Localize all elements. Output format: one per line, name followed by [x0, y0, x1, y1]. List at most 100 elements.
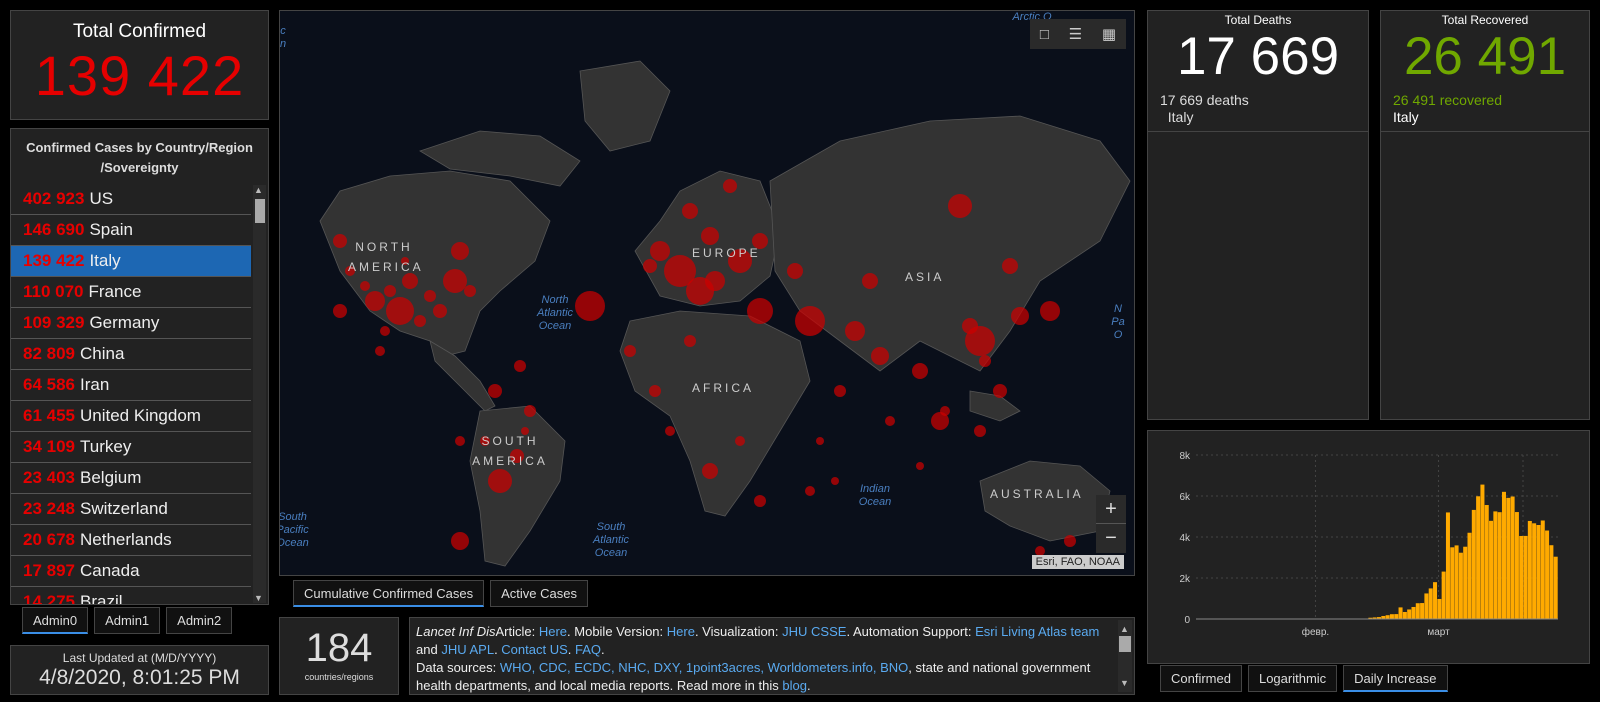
chart-bar[interactable] [1467, 532, 1472, 619]
chart-bar[interactable] [1394, 614, 1399, 619]
case-bubble[interactable] [948, 194, 972, 218]
country-list-scrollbar[interactable]: ▲ ▼ [253, 185, 266, 603]
case-bubble[interactable] [1011, 307, 1029, 325]
chart-bar[interactable] [1411, 606, 1416, 619]
case-bubble[interactable] [380, 326, 390, 336]
chart-bar[interactable] [1536, 525, 1541, 619]
chart-bar[interactable] [1519, 535, 1524, 619]
scrollbar-thumb[interactable] [1119, 636, 1131, 652]
tab-admin2[interactable]: Admin2 [166, 607, 233, 634]
case-bubble[interactable] [451, 242, 469, 260]
world-map[interactable]: NORTH AMERICA EUROPE ASIA AFRICA SOUTH A… [279, 10, 1135, 576]
case-bubble[interactable] [912, 363, 928, 379]
link-jhu-csse[interactable]: JHU CSSE [782, 624, 846, 639]
chart-bar[interactable] [1420, 603, 1425, 619]
chart-bar[interactable] [1424, 593, 1429, 619]
case-bubble[interactable] [488, 469, 512, 493]
chart-bar[interactable] [1450, 547, 1455, 619]
tab-active-cases[interactable]: Active Cases [490, 580, 588, 607]
chart-bar[interactable] [1480, 484, 1485, 619]
link-mobile-here[interactable]: Here [667, 624, 695, 639]
case-bubble[interactable] [375, 346, 385, 356]
case-bubble[interactable] [414, 315, 426, 327]
case-bubble[interactable] [684, 335, 696, 347]
case-bubble[interactable] [464, 285, 476, 297]
case-bubble[interactable] [624, 345, 636, 357]
tab-cumulative-confirmed[interactable]: Cumulative Confirmed Cases [293, 580, 485, 607]
chart-bar[interactable] [1441, 571, 1446, 619]
case-bubble[interactable] [514, 360, 526, 372]
chart-bar[interactable] [1501, 491, 1506, 619]
chart-bar[interactable] [1463, 546, 1468, 619]
case-bubble[interactable] [1040, 301, 1060, 321]
chart-bar[interactable] [1484, 505, 1489, 619]
chart-bar[interactable] [1445, 512, 1450, 619]
case-bubble[interactable] [747, 298, 773, 324]
case-bubble[interactable] [705, 271, 725, 291]
case-bubble[interactable] [834, 385, 846, 397]
link-data-sources[interactable]: WHO, CDC, ECDC, NHC, DXY, 1point3acres, … [500, 660, 908, 675]
case-bubble[interactable] [862, 273, 878, 289]
link-article-here[interactable]: Here [539, 624, 567, 639]
chart-bar[interactable] [1433, 582, 1438, 619]
bookmark-icon[interactable]: □ [1040, 26, 1049, 43]
case-bubble[interactable] [805, 486, 815, 496]
tab-admin1[interactable]: Admin1 [94, 607, 161, 634]
chart-bar[interactable] [1514, 512, 1519, 619]
zoom-in-button[interactable]: + [1096, 495, 1126, 524]
case-bubble[interactable] [702, 463, 718, 479]
chart-bar[interactable] [1454, 545, 1459, 619]
chart-bar[interactable] [1553, 556, 1558, 619]
chart-bar[interactable] [1545, 530, 1550, 619]
case-bubble[interactable] [433, 304, 447, 318]
link-jhu-apl[interactable]: JHU APL [441, 642, 494, 657]
country-row[interactable]: 82 809 China [11, 339, 251, 370]
tab-daily-increase[interactable]: Daily Increase [1343, 665, 1448, 692]
country-row[interactable]: 109 329 Germany [11, 308, 251, 339]
chart-bar[interactable] [1428, 588, 1433, 619]
chart-bar[interactable] [1532, 523, 1537, 619]
scroll-down-icon[interactable]: ▼ [254, 593, 263, 603]
case-bubble[interactable] [940, 406, 950, 416]
country-row[interactable]: 61 455 United Kingdom [11, 401, 251, 432]
case-bubble[interactable] [735, 436, 745, 446]
country-row[interactable]: 23 248 Switzerland [11, 494, 251, 525]
scroll-up-icon[interactable]: ▲ [254, 185, 263, 195]
case-bubble[interactable] [795, 306, 825, 336]
scrollbar-thumb[interactable] [255, 199, 265, 223]
case-bubble[interactable] [962, 318, 978, 334]
chart-bar[interactable] [1510, 496, 1515, 619]
case-bubble[interactable] [649, 385, 661, 397]
country-row[interactable]: 23 403 Belgium [11, 463, 251, 494]
case-bubble[interactable] [384, 285, 396, 297]
case-bubble[interactable] [682, 203, 698, 219]
case-bubble[interactable] [333, 234, 347, 248]
chart-bar[interactable] [1506, 497, 1511, 619]
case-bubble[interactable] [360, 281, 370, 291]
link-faq[interactable]: FAQ [575, 642, 601, 657]
chart-bar[interactable] [1493, 511, 1498, 619]
country-row[interactable]: 17 897 Canada [11, 556, 251, 587]
case-bubble[interactable] [816, 437, 824, 445]
chart-bar[interactable] [1527, 520, 1532, 619]
case-bubble[interactable] [386, 297, 414, 325]
case-bubble[interactable] [1002, 258, 1018, 274]
case-bubble[interactable] [443, 269, 467, 293]
country-row[interactable]: 139 422 Italy [11, 246, 251, 277]
case-bubble[interactable] [1064, 535, 1076, 547]
case-bubble[interactable] [723, 179, 737, 193]
chart-bar[interactable] [1497, 512, 1502, 619]
chart-bar[interactable] [1540, 520, 1545, 619]
country-row[interactable]: 14 275 Brazil [11, 587, 251, 604]
tab-admin0[interactable]: Admin0 [22, 607, 89, 634]
link-blog[interactable]: blog [782, 678, 807, 693]
case-bubble[interactable] [424, 290, 436, 302]
case-bubble[interactable] [650, 241, 670, 261]
link-contact-us[interactable]: Contact US [501, 642, 567, 657]
qr-icon[interactable]: ▦ [1102, 25, 1116, 43]
tab-confirmed[interactable]: Confirmed [1160, 665, 1242, 692]
chart-bar[interactable] [1549, 545, 1554, 619]
case-bubble[interactable] [488, 384, 502, 398]
case-bubble[interactable] [871, 347, 889, 365]
chart-bar[interactable] [1471, 509, 1476, 619]
